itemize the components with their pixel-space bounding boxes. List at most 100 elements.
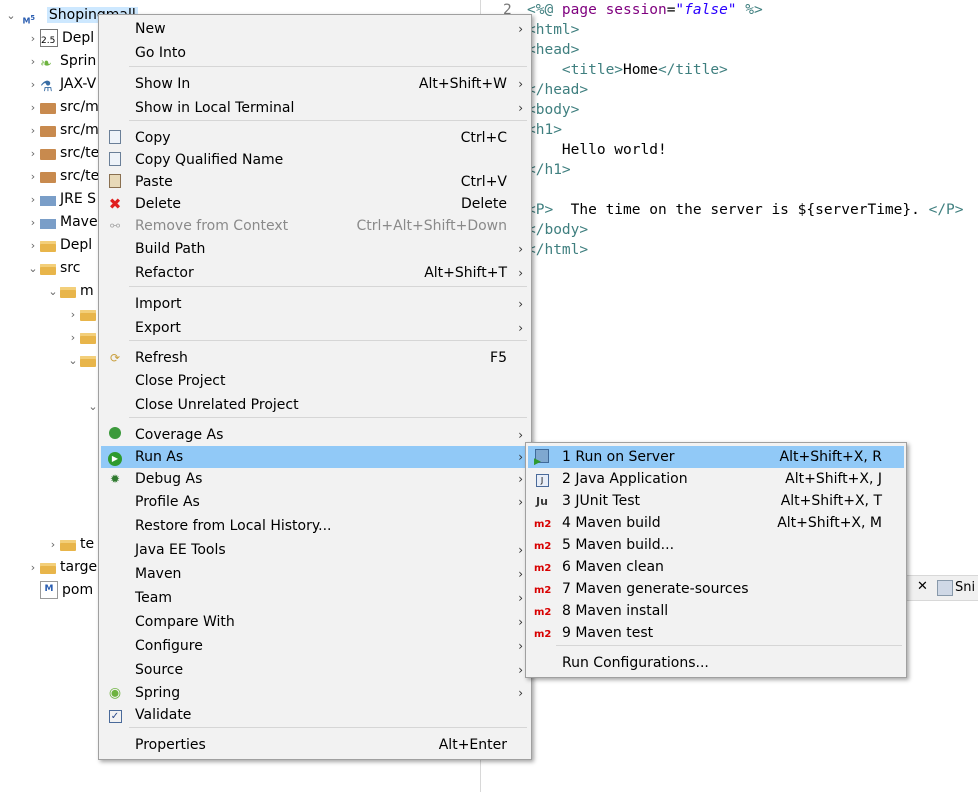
collapse-chevron-icon[interactable]: ⌄ <box>4 4 18 27</box>
expand-chevron-icon[interactable]: › <box>66 326 80 349</box>
submenu-arrow-icon: › <box>518 22 523 36</box>
menu-item-label: Coverage As <box>135 427 224 443</box>
submenu-item-8-maven-install[interactable]: m2 8 Maven install <box>528 600 904 622</box>
expand-chevron-icon[interactable]: › <box>26 556 40 579</box>
menu-item-go-into[interactable]: Go Into <box>101 42 529 64</box>
menu-item-maven[interactable]: Maven › <box>101 563 529 585</box>
menu-item-source[interactable]: Source › <box>101 659 529 681</box>
collapse-chevron-icon[interactable]: ⌄ <box>46 280 60 303</box>
menu-item-properties[interactable]: Properties Alt+Enter <box>101 734 529 756</box>
tree-item[interactable]: ⌄ m <box>46 280 93 303</box>
folder-icon <box>40 263 56 275</box>
submenu-arrow-icon: › <box>518 450 523 464</box>
expand-chevron-icon[interactable]: › <box>26 142 40 165</box>
tree-item[interactable]: › src/m <box>26 96 99 119</box>
menu-item-validate[interactable]: ✓ Validate <box>101 704 529 726</box>
close-icon[interactable]: ✕ <box>917 579 928 594</box>
maven-icon: m2 <box>534 515 551 531</box>
menu-item-paste[interactable]: Paste Ctrl+V <box>101 171 529 193</box>
source-folder-icon <box>40 102 56 114</box>
menu-item-coverage-as[interactable]: Coverage As › <box>101 424 529 446</box>
submenu-item-7-maven-generate-sources[interactable]: m2 7 Maven generate-sources <box>528 578 904 600</box>
tree-item[interactable]: › src/te <box>26 142 99 165</box>
tree-item[interactable]: › te <box>46 533 94 556</box>
submenu-arrow-icon: › <box>518 242 523 256</box>
tree-item[interactable]: › Depl <box>26 234 92 257</box>
expand-chevron-icon[interactable]: › <box>26 165 40 188</box>
menu-item-close-project[interactable]: Close Project <box>101 370 529 392</box>
menu-separator <box>129 340 527 341</box>
expand-chevron-icon[interactable]: › <box>66 303 80 326</box>
panel-tab-label[interactable]: Sni <box>955 580 975 595</box>
tree-item[interactable]: › src/te <box>26 165 99 188</box>
menu-item-delete[interactable]: ✖ Delete Delete <box>101 193 529 215</box>
menu-item-profile-as[interactable]: Profile As › <box>101 491 529 513</box>
menu-item-shortcut: Ctrl+V <box>460 174 507 190</box>
submenu-arrow-icon: › <box>518 495 523 509</box>
submenu-item-5-maven-build[interactable]: m2 5 Maven build... <box>528 534 904 556</box>
tree-item[interactable]: › <box>66 303 100 326</box>
tree-item[interactable]: › JRE S <box>26 188 96 211</box>
submenu-item-6-maven-clean[interactable]: m2 6 Maven clean <box>528 556 904 578</box>
submenu-item-1-run-on-server[interactable]: ▶ 1 Run on Server Alt+Shift+X, R <box>528 446 904 468</box>
tree-item[interactable]: › 2.5 Depl <box>26 27 94 50</box>
collapse-chevron-icon[interactable]: ⌄ <box>66 349 80 372</box>
tree-item[interactable]: ⌄ <box>66 349 100 372</box>
menu-item-show-in[interactable]: Show In Alt+Shift+W › <box>101 73 529 95</box>
menu-item-new[interactable]: New › <box>101 18 529 40</box>
submenu-item-9-maven-test[interactable]: m2 9 Maven test <box>528 622 904 644</box>
tree-item[interactable]: › Mave <box>26 211 98 234</box>
expand-chevron-icon[interactable]: › <box>26 211 40 234</box>
code-token: </title> <box>657 62 728 78</box>
menu-item-label: Copy <box>135 130 171 146</box>
expand-chevron-icon[interactable]: › <box>26 234 40 257</box>
tree-item[interactable]: › ❧ Sprin <box>26 50 97 73</box>
submenu-arrow-icon: › <box>518 77 523 91</box>
menu-item-restore-from-local-history[interactable]: Restore from Local History... <box>101 515 529 537</box>
expand-chevron-icon[interactable]: › <box>26 50 40 73</box>
menu-item-team[interactable]: Team › <box>101 587 529 609</box>
tree-item[interactable]: › src/m <box>26 119 99 142</box>
submenu-arrow-icon: › <box>518 686 523 700</box>
tree-item[interactable]: ⌄ src <box>26 257 80 280</box>
source-folder-icon <box>40 125 56 137</box>
expand-chevron-icon[interactable]: › <box>26 96 40 119</box>
submenu-item-run-configurations[interactable]: Run Configurations... <box>528 652 904 674</box>
menu-item-refactor[interactable]: Refactor Alt+Shift+T › <box>101 262 529 284</box>
code-token: session <box>605 2 667 18</box>
menu-item-run-as[interactable]: ▶ Run As › <box>101 446 529 468</box>
folder-icon <box>60 539 76 551</box>
menu-item-close-unrelated-project[interactable]: Close Unrelated Project <box>101 394 529 416</box>
menu-item-show-in-local-terminal[interactable]: Show in Local Terminal › <box>101 97 529 119</box>
junit-icon-text: Ju <box>536 495 548 508</box>
menu-item-copy-qualified-name[interactable]: Copy Qualified Name <box>101 149 529 171</box>
expand-chevron-icon[interactable]: › <box>26 73 40 96</box>
menu-item-refresh[interactable]: ⟳ Refresh F5 <box>101 347 529 369</box>
menu-item-spring[interactable]: ◉ Spring › <box>101 682 529 704</box>
tree-item[interactable]: Mpom <box>26 579 93 602</box>
menu-item-export[interactable]: Export › <box>101 317 529 339</box>
menu-item-label: Source <box>135 662 184 678</box>
submenu-item-2-java-application[interactable]: J 2 Java Application Alt+Shift+X, J <box>528 468 904 490</box>
menu-item-compare-with[interactable]: Compare With › <box>101 611 529 633</box>
submenu-item-label: 5 Maven build... <box>562 537 675 553</box>
menu-item-build-path[interactable]: Build Path › <box>101 238 529 260</box>
expand-chevron-icon[interactable]: › <box>26 119 40 142</box>
submenu-item-4-maven-build[interactable]: m2 4 Maven build Alt+Shift+X, M <box>528 512 904 534</box>
menu-item-copy[interactable]: Copy Ctrl+C <box>101 127 529 149</box>
menu-item-java-ee-tools[interactable]: Java EE Tools › <box>101 539 529 561</box>
menu-item-debug-as[interactable]: ✹ Debug As › <box>101 468 529 490</box>
tree-item[interactable]: › targe <box>26 556 97 579</box>
tree-item[interactable]: › ⚗ JAX-V <box>26 73 96 96</box>
menu-item-label: Team <box>135 590 173 606</box>
menu-item-remove-from-context[interactable]: ⚯ Remove from Context Ctrl+Alt+Shift+Down <box>101 215 529 237</box>
submenu-item-3-junit-test[interactable]: Ju 3 JUnit Test Alt+Shift+X, T <box>528 490 904 512</box>
collapse-chevron-icon[interactable]: ⌄ <box>26 257 40 280</box>
expand-chevron-icon[interactable]: › <box>46 533 60 556</box>
menu-item-configure[interactable]: Configure › <box>101 635 529 657</box>
expand-chevron-icon[interactable]: › <box>26 27 40 50</box>
menu-item-import[interactable]: Import › <box>101 293 529 315</box>
expand-chevron-icon[interactable]: › <box>26 188 40 211</box>
tree-item[interactable]: › <box>66 326 100 349</box>
menu-item-shortcut: Alt+Enter <box>438 737 507 753</box>
